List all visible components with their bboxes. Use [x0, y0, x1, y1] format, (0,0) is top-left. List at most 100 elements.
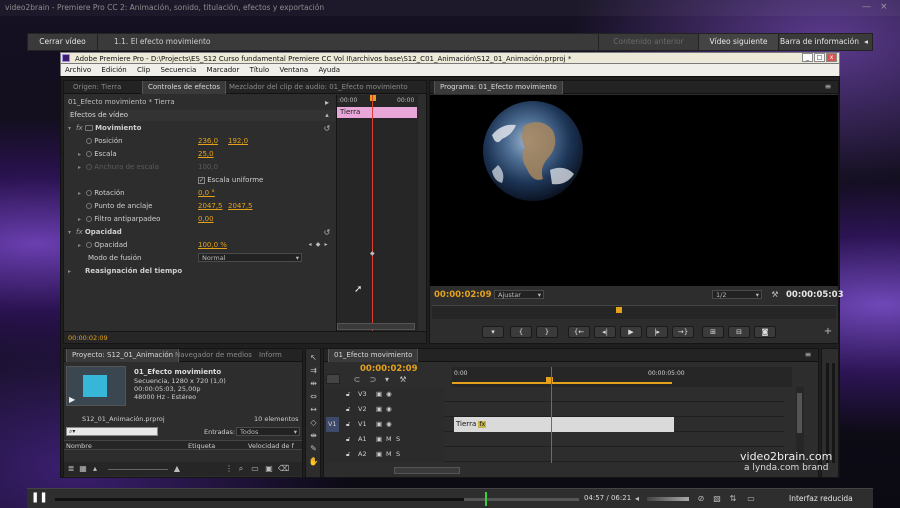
timeline-hscroll[interactable]	[394, 467, 460, 474]
solo-icon[interactable]: S	[396, 447, 400, 462]
toggle-output-icon[interactable]: ▣	[376, 387, 382, 402]
tab-audio-mixer[interactable]: Mezclador del clip de audio: 01_Efecto m…	[224, 81, 424, 94]
tab-sequence[interactable]: 01_Efecto movimiento	[328, 349, 419, 362]
scroll-up-icon[interactable]: ▴	[322, 110, 332, 120]
tab-media-browser[interactable]: Navegador de medios	[170, 349, 257, 362]
stopwatch-icon[interactable]	[86, 138, 92, 144]
timeline-clip[interactable]: Tierra fx	[454, 417, 674, 432]
go-to-out-button[interactable]: →}	[672, 326, 694, 338]
settings-wrench-icon[interactable]: ⚒	[398, 375, 408, 385]
volume-slider[interactable]	[647, 497, 689, 501]
tab-source[interactable]: Origen: Tierra	[68, 81, 126, 94]
selection-tool-icon[interactable]: ↖	[308, 353, 319, 363]
stopwatch-icon[interactable]	[86, 216, 92, 222]
step-back-button[interactable]: ◂|	[594, 326, 616, 338]
snap-icon[interactable]: ⊂	[352, 375, 362, 385]
tab-effect-controls[interactable]: Controles de efectos	[142, 81, 227, 94]
menu-titulo[interactable]: Título	[246, 64, 274, 76]
video-progress-track[interactable]	[55, 492, 579, 506]
program-video[interactable]	[430, 95, 838, 286]
time-remap-row[interactable]: ▸ Reasignación del tiempo	[68, 267, 182, 275]
rolling-edit-tool-icon[interactable]: ⇔	[308, 392, 319, 402]
reset-icon[interactable]: ↺	[322, 228, 332, 238]
pp-close-icon[interactable]: x	[826, 53, 837, 62]
motion-row[interactable]: ▾ fx Movimiento	[68, 124, 141, 132]
menu-ventana[interactable]: Ventana	[275, 64, 312, 76]
menu-edicion[interactable]: Edición	[97, 64, 130, 76]
fit-select[interactable]: Ajustar ▾	[494, 290, 544, 299]
effect-timecode[interactable]: 00:00:02:09	[68, 334, 108, 342]
prev-video-button[interactable]: Contenido anterior	[598, 34, 698, 50]
next-video-button[interactable]: Vídeo siguiente	[698, 34, 778, 50]
rotation-value[interactable]: 0,0 °	[198, 189, 215, 197]
position-y-value[interactable]: 192,0	[228, 137, 248, 145]
mark-in-button[interactable]: {	[510, 326, 532, 338]
lock-icon[interactable]: 🔓︎	[346, 417, 350, 432]
opacity-section-row[interactable]: ▾ fx Opacidad	[68, 228, 122, 236]
slip-tool-icon[interactable]: ⇼	[308, 431, 319, 441]
program-playhead-marker[interactable]	[616, 307, 622, 313]
next-keyframe-icon[interactable]: ▸	[322, 240, 330, 250]
toggle-output-icon[interactable]: ▣	[376, 447, 382, 462]
timeline-ruler[interactable]: 0:00 00:00:05:00	[452, 367, 792, 387]
col-label[interactable]: Etiqueta	[188, 442, 215, 450]
go-to-in-button[interactable]: {←	[568, 326, 590, 338]
menu-ayuda[interactable]: Ayuda	[314, 64, 344, 76]
keyframe-area[interactable]: :00:00 00:00 Tierra ◆	[336, 95, 418, 333]
kf-clip-bar[interactable]: Tierra	[337, 107, 417, 118]
panel-menu-icon[interactable]: ≡	[822, 82, 834, 92]
find-icon[interactable]: ⌕	[236, 464, 246, 474]
keyframe-diamond-icon[interactable]: ◆	[370, 250, 375, 257]
close-video-button[interactable]: Cerrar vídeo	[28, 34, 98, 50]
col-name[interactable]: Nombre	[66, 442, 92, 450]
add-button-icon[interactable]: +	[822, 327, 834, 337]
kf-zoom-scrollbar[interactable]	[337, 323, 415, 330]
pp-minimize-icon[interactable]: _	[802, 53, 813, 62]
add-keyframe-icon[interactable]: ◆	[314, 240, 322, 250]
uniform-scale-row[interactable]: ✓ Escala uniforme	[198, 176, 263, 184]
program-scrub-bar[interactable]	[432, 305, 836, 319]
panel-menu-icon[interactable]: ≡	[802, 350, 814, 360]
lock-icon[interactable]: 🔓︎	[346, 402, 350, 417]
camera-icon[interactable]: ◙	[754, 326, 776, 338]
source-patch-v1[interactable]: V1	[326, 417, 339, 432]
sequence-thumbnail[interactable]: ▶	[66, 366, 126, 406]
extract-button[interactable]: ⊟	[728, 326, 750, 338]
eye-icon[interactable]: ◉	[386, 402, 392, 417]
col-speed[interactable]: Velocidad de f	[248, 442, 294, 450]
stopwatch-icon[interactable]	[86, 190, 92, 196]
lock-icon[interactable]: 🔓︎	[346, 387, 350, 402]
info-bar-button[interactable]: Barra de información	[778, 34, 860, 50]
list-view-icon[interactable]: ≣	[66, 464, 76, 474]
close-icon[interactable]: ×	[880, 2, 888, 12]
reduced-interface-button[interactable]: Interfaz reducida	[789, 494, 853, 503]
eye-icon[interactable]: ◉	[386, 417, 392, 432]
solo-icon[interactable]: S	[396, 432, 400, 447]
prev-keyframe-icon[interactable]: ◂	[306, 240, 314, 250]
lift-button[interactable]: ⊞	[702, 326, 724, 338]
video-progress-head[interactable]	[484, 492, 487, 506]
toggle-output-icon[interactable]: ▣	[376, 432, 382, 447]
menu-marcador[interactable]: Marcador	[203, 64, 244, 76]
antiflicker-value[interactable]: 0,00	[198, 215, 214, 223]
track-select-tool-icon[interactable]: ⇉	[308, 366, 319, 376]
uniform-checkbox[interactable]: ✓	[198, 177, 205, 184]
program-timecode[interactable]: 00:00:02:09	[434, 290, 492, 300]
work-area-bar[interactable]	[452, 382, 672, 384]
subtitles-icon[interactable]: ⊘	[695, 494, 707, 504]
new-item-icon[interactable]: ▣	[264, 464, 274, 474]
lock-icon[interactable]: 🔓︎	[346, 432, 350, 447]
entries-select[interactable]: Todos ▾	[236, 427, 300, 436]
lock-icon[interactable]: 🔓︎	[346, 447, 350, 462]
mute-icon[interactable]: M	[386, 447, 392, 462]
step-forward-button[interactable]: |▸	[646, 326, 668, 338]
mark-out-button[interactable]: }	[536, 326, 558, 338]
eye-icon[interactable]: ◉	[386, 387, 392, 402]
tab-program[interactable]: Programa: 01_Efecto movimiento	[434, 81, 563, 94]
marker-icon[interactable]: ▾	[382, 375, 392, 385]
anchor-y-value[interactable]: 2047,5	[228, 202, 253, 210]
reset-icon[interactable]: ↺	[322, 124, 332, 134]
fullscreen-toggle-icon[interactable]: ▧	[711, 494, 723, 504]
zoom-in-icon[interactable]: ▲	[172, 464, 182, 474]
menu-secuencia[interactable]: Secuencia	[156, 64, 200, 76]
